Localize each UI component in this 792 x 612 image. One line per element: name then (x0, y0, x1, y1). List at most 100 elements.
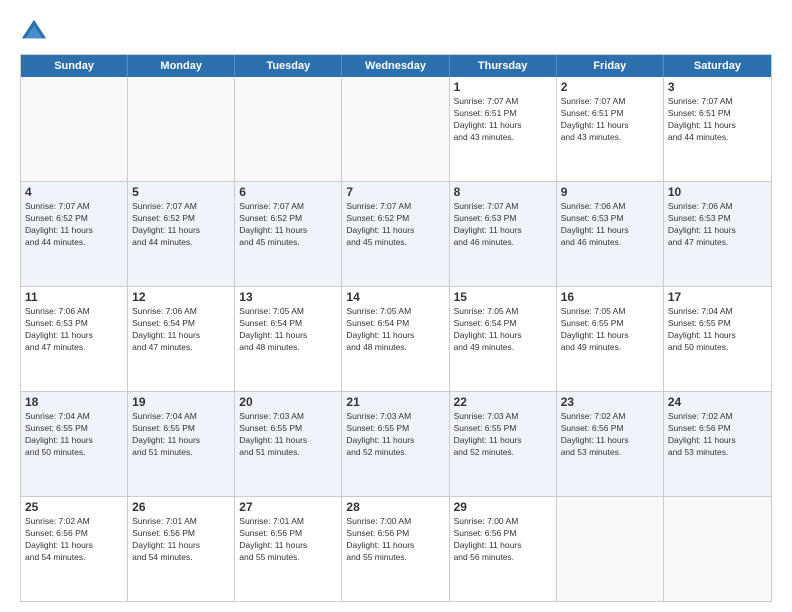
day-number: 19 (132, 395, 230, 409)
day-info: Sunrise: 7:05 AM Sunset: 6:54 PM Dayligh… (454, 306, 552, 354)
empty-cell (557, 497, 664, 601)
day-24: 24 Sunrise: 7:02 AM Sunset: 6:56 PM Dayli… (664, 392, 771, 496)
day-18: 18 Sunrise: 7:04 AM Sunset: 6:55 PM Dayli… (21, 392, 128, 496)
day-number: 15 (454, 290, 552, 304)
day-number: 4 (25, 185, 123, 199)
day-number: 25 (25, 500, 123, 514)
day-info: Sunrise: 7:06 AM Sunset: 6:53 PM Dayligh… (668, 201, 767, 249)
day-25: 25 Sunrise: 7:02 AM Sunset: 6:56 PM Dayli… (21, 497, 128, 601)
page: SundayMondayTuesdayWednesdayThursdayFrid… (0, 0, 792, 612)
day-22: 22 Sunrise: 7:03 AM Sunset: 6:55 PM Dayli… (450, 392, 557, 496)
day-info: Sunrise: 7:06 AM Sunset: 6:53 PM Dayligh… (561, 201, 659, 249)
empty-cell (21, 77, 128, 181)
calendar-header: SundayMondayTuesdayWednesdayThursdayFrid… (21, 55, 771, 77)
day-info: Sunrise: 7:05 AM Sunset: 6:54 PM Dayligh… (239, 306, 337, 354)
day-info: Sunrise: 7:01 AM Sunset: 6:56 PM Dayligh… (239, 516, 337, 564)
day-info: Sunrise: 7:02 AM Sunset: 6:56 PM Dayligh… (668, 411, 767, 459)
day-number: 17 (668, 290, 767, 304)
day-14: 14Sunrise: 7:05 AM Sunset: 6:54 PM Dayli… (342, 287, 449, 391)
day-info: Sunrise: 7:07 AM Sunset: 6:52 PM Dayligh… (239, 201, 337, 249)
day-info: Sunrise: 7:07 AM Sunset: 6:51 PM Dayligh… (561, 96, 659, 144)
calendar-row-3: 18 Sunrise: 7:04 AM Sunset: 6:55 PM Dayli… (21, 392, 771, 497)
day-info: Sunrise: 7:00 AM Sunset: 6:56 PM Dayligh… (454, 516, 552, 564)
day-info: Sunrise: 7:02 AM Sunset: 6:56 PM Dayligh… (25, 516, 123, 564)
day-number: 2 (561, 80, 659, 94)
day-number: 7 (346, 185, 444, 199)
day-number: 29 (454, 500, 552, 514)
day-16: 16Sunrise: 7:05 AM Sunset: 6:55 PM Dayli… (557, 287, 664, 391)
header-cell-thursday: Thursday (450, 55, 557, 77)
day-23: 23Sunrise: 7:02 AM Sunset: 6:56 PM Dayli… (557, 392, 664, 496)
day-number: 8 (454, 185, 552, 199)
day-21: 21 Sunrise: 7:03 AM Sunset: 6:55 PM Dayli… (342, 392, 449, 496)
day-info: Sunrise: 7:06 AM Sunset: 6:54 PM Dayligh… (132, 306, 230, 354)
empty-cell (128, 77, 235, 181)
day-3: 3Sunrise: 7:07 AM Sunset: 6:51 PM Daylig… (664, 77, 771, 181)
day-number: 14 (346, 290, 444, 304)
day-17: 17 Sunrise: 7:04 AM Sunset: 6:55 PM Dayli… (664, 287, 771, 391)
day-15: 15 Sunrise: 7:05 AM Sunset: 6:54 PM Dayli… (450, 287, 557, 391)
header (20, 16, 772, 44)
day-12: 12 Sunrise: 7:06 AM Sunset: 6:54 PM Dayli… (128, 287, 235, 391)
header-cell-tuesday: Tuesday (235, 55, 342, 77)
day-number: 11 (25, 290, 123, 304)
day-28: 28 Sunrise: 7:00 AM Sunset: 6:56 PM Dayli… (342, 497, 449, 601)
calendar-row-0: 1 Sunrise: 7:07 AM Sunset: 6:51 PM Daylig… (21, 77, 771, 182)
day-2: 2 Sunrise: 7:07 AM Sunset: 6:51 PM Daylig… (557, 77, 664, 181)
day-5: 5Sunrise: 7:07 AM Sunset: 6:52 PM Daylig… (128, 182, 235, 286)
day-number: 1 (454, 80, 552, 94)
day-info: Sunrise: 7:07 AM Sunset: 6:53 PM Dayligh… (454, 201, 552, 249)
day-26: 26 Sunrise: 7:01 AM Sunset: 6:56 PM Dayli… (128, 497, 235, 601)
day-27: 27 Sunrise: 7:01 AM Sunset: 6:56 PM Dayli… (235, 497, 342, 601)
day-number: 12 (132, 290, 230, 304)
day-info: Sunrise: 7:03 AM Sunset: 6:55 PM Dayligh… (346, 411, 444, 459)
calendar-row-2: 11Sunrise: 7:06 AM Sunset: 6:53 PM Dayli… (21, 287, 771, 392)
day-9: 9 Sunrise: 7:06 AM Sunset: 6:53 PM Daylig… (557, 182, 664, 286)
header-cell-wednesday: Wednesday (342, 55, 449, 77)
day-info: Sunrise: 7:07 AM Sunset: 6:52 PM Dayligh… (25, 201, 123, 249)
day-number: 28 (346, 500, 444, 514)
day-19: 19 Sunrise: 7:04 AM Sunset: 6:55 PM Dayli… (128, 392, 235, 496)
day-number: 22 (454, 395, 552, 409)
header-cell-monday: Monday (128, 55, 235, 77)
day-info: Sunrise: 7:04 AM Sunset: 6:55 PM Dayligh… (25, 411, 123, 459)
day-info: Sunrise: 7:07 AM Sunset: 6:52 PM Dayligh… (346, 201, 444, 249)
day-13: 13 Sunrise: 7:05 AM Sunset: 6:54 PM Dayli… (235, 287, 342, 391)
day-number: 16 (561, 290, 659, 304)
day-number: 9 (561, 185, 659, 199)
day-number: 20 (239, 395, 337, 409)
day-number: 10 (668, 185, 767, 199)
calendar: SundayMondayTuesdayWednesdayThursdayFrid… (20, 54, 772, 602)
day-info: Sunrise: 7:07 AM Sunset: 6:51 PM Dayligh… (668, 96, 767, 144)
day-info: Sunrise: 7:07 AM Sunset: 6:51 PM Dayligh… (454, 96, 552, 144)
day-29: 29 Sunrise: 7:00 AM Sunset: 6:56 PM Dayli… (450, 497, 557, 601)
day-number: 5 (132, 185, 230, 199)
day-number: 26 (132, 500, 230, 514)
empty-cell (664, 497, 771, 601)
day-7: 7 Sunrise: 7:07 AM Sunset: 6:52 PM Daylig… (342, 182, 449, 286)
day-info: Sunrise: 7:02 AM Sunset: 6:56 PM Dayligh… (561, 411, 659, 459)
day-info: Sunrise: 7:03 AM Sunset: 6:55 PM Dayligh… (239, 411, 337, 459)
day-number: 18 (25, 395, 123, 409)
day-10: 10 Sunrise: 7:06 AM Sunset: 6:53 PM Dayli… (664, 182, 771, 286)
header-cell-sunday: Sunday (21, 55, 128, 77)
day-11: 11Sunrise: 7:06 AM Sunset: 6:53 PM Dayli… (21, 287, 128, 391)
day-info: Sunrise: 7:04 AM Sunset: 6:55 PM Dayligh… (668, 306, 767, 354)
empty-cell (235, 77, 342, 181)
day-number: 24 (668, 395, 767, 409)
calendar-row-4: 25 Sunrise: 7:02 AM Sunset: 6:56 PM Dayli… (21, 497, 771, 601)
day-info: Sunrise: 7:01 AM Sunset: 6:56 PM Dayligh… (132, 516, 230, 564)
day-info: Sunrise: 7:03 AM Sunset: 6:55 PM Dayligh… (454, 411, 552, 459)
logo (20, 16, 52, 44)
header-cell-saturday: Saturday (664, 55, 771, 77)
day-number: 21 (346, 395, 444, 409)
day-4: 4 Sunrise: 7:07 AM Sunset: 6:52 PM Daylig… (21, 182, 128, 286)
day-number: 27 (239, 500, 337, 514)
day-8: 8 Sunrise: 7:07 AM Sunset: 6:53 PM Daylig… (450, 182, 557, 286)
logo-icon (20, 16, 48, 44)
day-20: 20 Sunrise: 7:03 AM Sunset: 6:55 PM Dayli… (235, 392, 342, 496)
day-info: Sunrise: 7:00 AM Sunset: 6:56 PM Dayligh… (346, 516, 444, 564)
day-number: 13 (239, 290, 337, 304)
day-info: Sunrise: 7:04 AM Sunset: 6:55 PM Dayligh… (132, 411, 230, 459)
header-cell-friday: Friday (557, 55, 664, 77)
